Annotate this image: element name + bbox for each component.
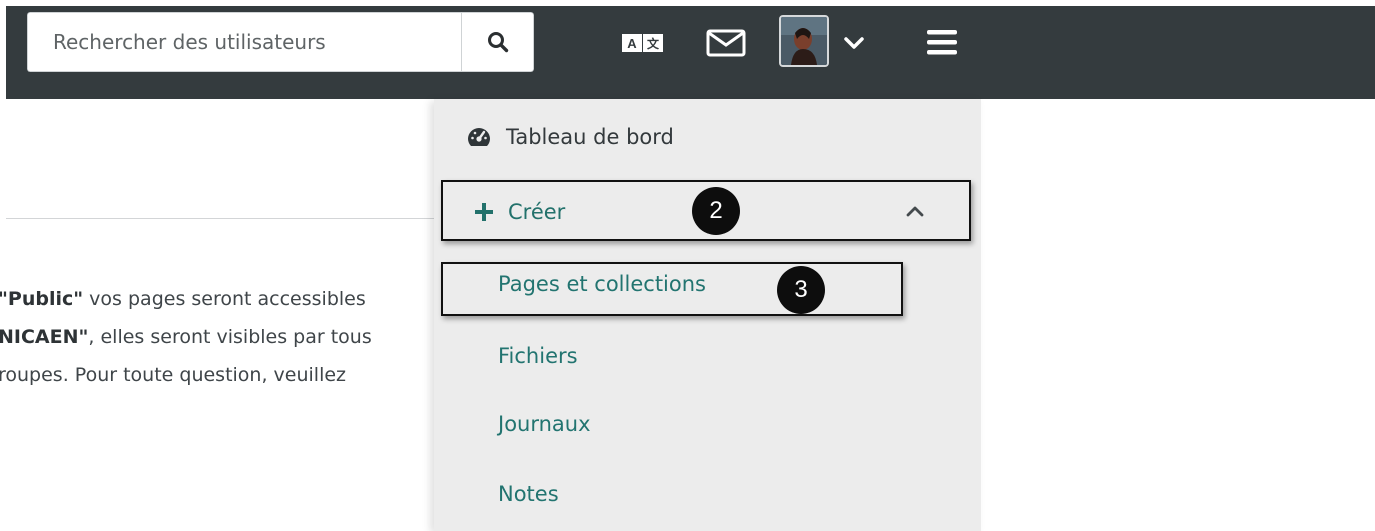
mail-icon[interactable]: [706, 29, 746, 57]
submenu-item-notes[interactable]: Notes: [498, 476, 559, 512]
intro-line-text: roupes. Pour toute question, veuillez: [0, 364, 347, 386]
menu-item-create-label: Créer: [508, 200, 566, 224]
step-badge-3: 3: [777, 266, 825, 314]
search-button[interactable]: [461, 12, 534, 72]
dashboard-icon: [466, 126, 492, 148]
intro-line-text: , elles seront visibles par tous: [88, 326, 372, 348]
divider: [6, 218, 434, 219]
avatar[interactable]: [779, 15, 829, 67]
menu-item-dashboard-label: Tableau de bord: [506, 125, 674, 149]
svg-text:文: 文: [647, 36, 660, 51]
intro-text: "Public" vos pages seront accessibles NI…: [0, 280, 432, 394]
translate-icon[interactable]: A 文: [621, 32, 665, 54]
submenu-item-label: Notes: [498, 482, 559, 506]
hamburger-menu-icon[interactable]: [924, 26, 960, 58]
intro-line: NICAEN", elles seront visibles par tous: [0, 318, 432, 356]
search-bar: [27, 12, 534, 72]
top-navbar: A 文: [6, 6, 1375, 99]
create-label-wrap: Créer: [474, 194, 565, 230]
submenu-item-label: Fichiers: [498, 344, 578, 368]
intro-line-text: vos pages seront accessibles: [83, 288, 366, 310]
menu-item-create[interactable]: Créer 2: [441, 180, 971, 241]
plus-icon: [474, 202, 494, 222]
user-dropdown-menu: Tableau de bord Créer 2 Pages et collect…: [434, 99, 981, 531]
submenu-item-pages-collections[interactable]: Pages et collections 3: [441, 262, 903, 316]
search-icon: [487, 32, 508, 53]
step-badge-2: 2: [692, 187, 740, 235]
submenu-item-journals[interactable]: Journaux: [498, 406, 591, 442]
intro-line-bold: "Public": [0, 288, 84, 310]
page: A 文: [0, 0, 1375, 531]
search-input[interactable]: [27, 12, 461, 72]
intro-line-bold: NICAEN": [0, 326, 89, 348]
svg-text:A: A: [627, 36, 637, 51]
menu-item-dashboard[interactable]: Tableau de bord: [466, 117, 674, 157]
chevron-down-icon[interactable]: [842, 34, 866, 52]
chevron-up-icon[interactable]: [903, 202, 927, 220]
submenu-item-label: Pages et collections: [498, 272, 706, 296]
submenu-item-label: Journaux: [498, 412, 591, 436]
intro-line: roupes. Pour toute question, veuillez: [0, 356, 432, 394]
submenu-item-files[interactable]: Fichiers: [498, 338, 578, 374]
intro-line: "Public" vos pages seront accessibles: [0, 280, 432, 318]
